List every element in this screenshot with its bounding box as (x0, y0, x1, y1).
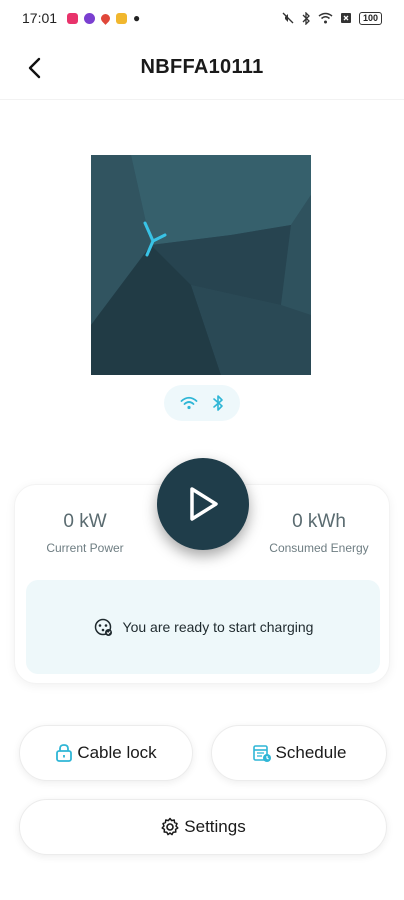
wifi-icon (180, 396, 198, 410)
cable-lock-label: Cable lock (77, 743, 157, 762)
wifi-status-icon (318, 12, 333, 24)
settings-label: Settings (184, 817, 246, 836)
more-notifications-dot-icon: ● (133, 11, 141, 25)
app-notification-icon (116, 12, 128, 24)
schedule-button[interactable]: Schedule (211, 725, 387, 781)
bluetooth-status-icon (302, 11, 310, 25)
status-time: 17:01 (22, 10, 58, 26)
consumed-energy-label: Consumed Energy (269, 541, 369, 555)
ready-status-box: You are ready to start charging (26, 580, 380, 674)
app-notification-icon (67, 12, 79, 24)
charger-ready-icon (94, 618, 112, 636)
current-power-value: 0 kW (63, 511, 107, 532)
battery-indicator: 100 (358, 11, 382, 25)
app-notification-icon (84, 12, 96, 24)
play-icon (190, 487, 218, 521)
status-left: 17:01 ● (22, 10, 140, 26)
charger-image (91, 155, 311, 375)
cable-lock-button[interactable]: Cable lock (19, 725, 193, 781)
lock-icon (56, 744, 73, 762)
bluetooth-icon (213, 395, 223, 411)
calendar-icon (252, 745, 271, 762)
consumed-energy-metric: 0 kWh Consumed Energy (249, 511, 389, 555)
current-power-metric: 0 kW Current Power (15, 511, 155, 555)
status-right: 100 (282, 0, 382, 36)
status-bar: 17:01 ● 100 (0, 0, 404, 36)
gear-icon (161, 817, 179, 836)
connectivity-indicator (164, 385, 240, 421)
ready-message: You are ready to start charging (122, 619, 314, 635)
start-charging-button[interactable] (157, 458, 249, 550)
current-power-label: Current Power (46, 541, 124, 555)
schedule-label: Schedule (275, 743, 347, 762)
consumed-energy-value: 0 kWh (292, 511, 346, 532)
location-icon (99, 11, 112, 25)
mute-icon (282, 12, 294, 24)
sim-icon (340, 13, 351, 23)
back-arrow-icon (28, 57, 41, 79)
settings-button[interactable]: Settings (19, 799, 387, 855)
page-title: NBFFA10111 (140, 56, 264, 78)
app-header: NBFFA10111 (0, 36, 404, 100)
back-button[interactable] (18, 52, 50, 84)
